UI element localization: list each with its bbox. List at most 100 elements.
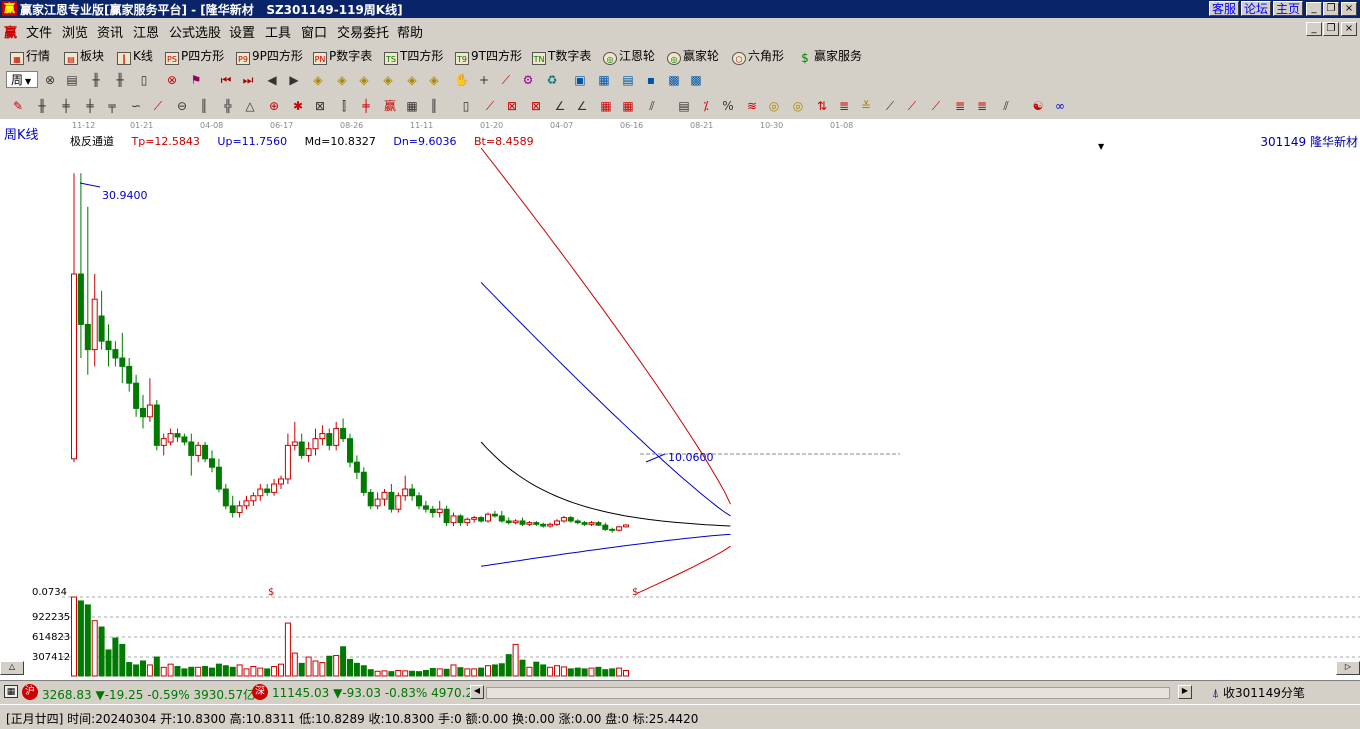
candle-type-icon[interactable]: ▯ [136, 72, 152, 88]
arrows-icon[interactable]: ⇅ [814, 98, 830, 114]
save-icon[interactable]: ▪ [643, 72, 659, 88]
candle[interactable] [126, 365, 133, 384]
candle[interactable] [374, 498, 381, 507]
candle[interactable] [560, 517, 567, 522]
candle[interactable] [485, 513, 491, 522]
candle[interactable] [547, 523, 554, 527]
stairs-icon[interactable]: ⟋ [882, 98, 898, 114]
candle[interactable] [71, 273, 77, 460]
candle[interactable] [353, 461, 360, 473]
candle[interactable] [243, 500, 250, 507]
page-icon[interactable]: ▤ [64, 72, 80, 88]
candle[interactable] [602, 524, 609, 530]
expand-icon[interactable]: ◈ [356, 72, 372, 88]
candle[interactable] [291, 441, 298, 446]
candle[interactable] [305, 448, 312, 456]
candle[interactable] [588, 522, 595, 525]
candle[interactable] [623, 524, 629, 528]
close-button[interactable]: × [1341, 2, 1357, 16]
menu-window[interactable]: 窗口 [301, 22, 327, 41]
candle[interactable] [278, 478, 284, 485]
doc-restore-button[interactable]: ❐ [1323, 22, 1339, 36]
candle[interactable] [574, 520, 581, 524]
menu-tools[interactable]: 工具 [265, 22, 291, 41]
tool-icon[interactable]: ⚙ [520, 72, 536, 88]
candle[interactable] [512, 520, 519, 524]
menu-help[interactable]: 帮助 [397, 22, 423, 41]
candle[interactable] [312, 438, 319, 450]
cursor-icon[interactable]: ⊗ [42, 72, 58, 88]
home-button[interactable]: 主页 [1273, 1, 1303, 16]
customer-service-button[interactable]: 客服 [1209, 1, 1239, 16]
candle[interactable] [450, 515, 457, 524]
angle-icon[interactable]: ∠ [552, 98, 568, 114]
sz-index[interactable]: 11145.03 ▼-93.03 -0.83% 4970.2 [272, 686, 473, 700]
scroll-up-button[interactable]: △ [0, 661, 24, 675]
toolbar-winner-service[interactable]: $ 赢家服务 [798, 47, 862, 65]
candle[interactable] [209, 458, 215, 468]
candle[interactable] [533, 522, 540, 525]
percent-line-icon[interactable]: ⁒ [698, 98, 714, 114]
candle[interactable] [498, 515, 505, 522]
chart-refresh-icon[interactable]: ♻ [544, 72, 560, 88]
candle[interactable] [298, 441, 305, 456]
stairs-3-icon[interactable]: ⟋ [928, 98, 944, 114]
shrink-icon[interactable]: ◈ [380, 72, 396, 88]
scroll-right-small-button[interactable]: ▶ [1178, 685, 1192, 699]
scroll-left-button[interactable]: ◀ [470, 685, 484, 699]
gann-grid-icon[interactable]: ╫ [34, 98, 50, 114]
candle[interactable] [174, 433, 181, 438]
candle[interactable] [491, 513, 498, 517]
toolbar-9p-square[interactable]: P9 9P四方形 [236, 47, 303, 65]
menu-browse[interactable]: 浏览 [62, 22, 88, 41]
speed-line-icon[interactable]: ⟋ [150, 98, 166, 114]
crosshair-icon[interactable]: + [476, 72, 492, 88]
candle[interactable] [581, 522, 588, 525]
triangle-icon[interactable]: △ [242, 98, 258, 114]
slant-icon[interactable]: ⫽ [998, 98, 1014, 114]
candle[interactable] [222, 488, 229, 507]
candle[interactable] [367, 491, 374, 507]
candle[interactable] [478, 517, 485, 522]
flag-icon[interactable]: ⚑ [188, 72, 204, 88]
candle[interactable] [133, 382, 140, 409]
candle[interactable] [471, 517, 478, 520]
trades-button[interactable]: ⍋ 收301149分笔 [1212, 684, 1305, 701]
hand-icon[interactable]: ✋ [454, 72, 470, 88]
frame-icon[interactable]: ▯ [458, 98, 474, 114]
draw-line-icon[interactable]: ⟋ [498, 72, 514, 88]
candle[interactable] [416, 495, 422, 507]
first-icon[interactable]: ⏮ [218, 72, 234, 88]
candle[interactable] [436, 508, 443, 514]
scroll-right-button[interactable]: ▷ [1336, 661, 1360, 675]
gann-fan-icon[interactable]: ╪ [82, 98, 98, 114]
candle[interactable] [505, 520, 512, 524]
bars-tool-icon[interactable]: ⫿ [336, 98, 352, 114]
zoom-in-icon[interactable]: ◈ [334, 72, 350, 88]
toolbar-9t-square[interactable]: T9 9T四方形 [455, 47, 522, 65]
levels-icon[interactable]: ▤ [676, 98, 692, 114]
candle[interactable] [105, 340, 112, 351]
candle[interactable] [422, 505, 429, 510]
candle[interactable] [153, 404, 160, 446]
candle[interactable] [519, 520, 526, 525]
toolbar-p-number[interactable]: PN P数字表 [313, 47, 372, 65]
candle[interactable] [457, 515, 464, 524]
candle[interactable] [402, 488, 409, 497]
candle[interactable] [609, 528, 616, 531]
fan-icon[interactable]: ⟋ [482, 98, 498, 114]
gann-box-icon[interactable]: ╪ [58, 98, 74, 114]
candle[interactable] [236, 505, 243, 514]
table-2-icon[interactable]: ▦ [620, 98, 636, 114]
candle[interactable] [119, 357, 126, 367]
menu-news[interactable]: 资讯 [97, 22, 123, 41]
star-icon[interactable]: ✱ [290, 98, 306, 114]
toolbar-kline[interactable]: ┃ K线 [117, 47, 153, 65]
symbol-icon[interactable]: ╪ [358, 98, 374, 114]
zoom-out-icon[interactable]: ◈ [310, 72, 326, 88]
box-star-icon[interactable]: ⊠ [312, 98, 328, 114]
candle[interactable] [388, 491, 395, 510]
candle[interactable] [333, 428, 340, 446]
toolbar-hexagon[interactable]: ⬡ 六角形 [732, 47, 784, 65]
candle[interactable] [360, 471, 367, 493]
